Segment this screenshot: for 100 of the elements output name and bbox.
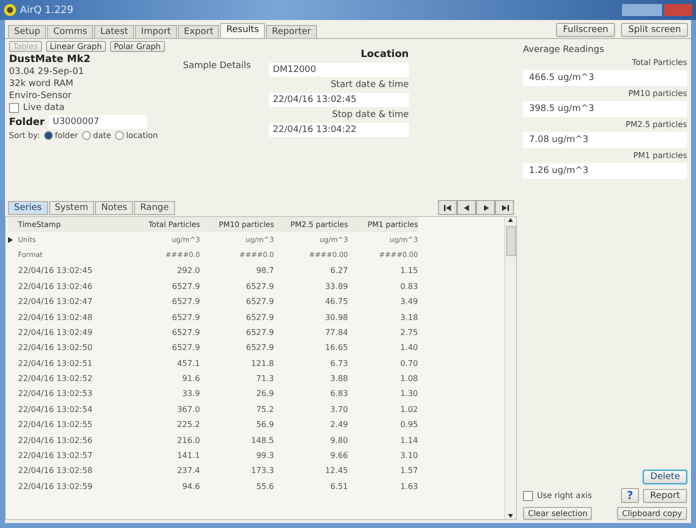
screen-mode-button[interactable]: Split screen [621,23,688,37]
table-cell-text: 3.49 [399,296,418,308]
checkbox-label: Live data [23,103,65,113]
table-cell-text: 0.83 [399,280,418,293]
reading-value: 1.26 ug/m^3 [523,163,687,179]
table-cell-text: 22/04/16 13:02:55 [18,419,94,432]
sort-radio[interactable] [44,131,53,140]
help-button[interactable]: ? [620,488,640,503]
table-cell-text: 457.1 [176,358,200,370]
table-cell-text: 1.08 [399,373,418,386]
radio-label: folder [54,131,78,140]
tab[interactable]: Notes [95,200,134,214]
table-cell-text: 22/04/16 13:02:46 [18,280,94,293]
table-cell-text: 2.49 [329,419,348,432]
folder-label: Folder [9,116,45,128]
table-cell-text: 22/04/16 13:02:51 [18,358,94,370]
nav-button[interactable] [438,200,457,215]
nav-button[interactable] [457,200,476,215]
table-cell-text: 173.3 [250,465,274,478]
radio-label: date [93,131,112,140]
reading-label: PM2.5 particles [626,120,687,129]
tab[interactable]: Export [178,25,220,38]
previous-icon [462,204,470,212]
table-cell-text: 22/04/16 13:02:52 [18,373,94,386]
nav-button[interactable] [495,200,514,215]
table-cell-text: 22/04/16 13:02:59 [18,480,94,493]
table-cell-text: 22/04/16 13:02:58 [18,465,94,478]
delete-button[interactable]: Delete [643,470,687,484]
table-cell-text: 75.2 [255,404,274,416]
folder-field[interactable]: U3000007 [48,115,147,129]
tab[interactable]: Comms [47,25,94,38]
view-button[interactable]: Linear Graph [46,41,106,52]
action-button[interactable]: Clear selection [523,507,592,520]
tab[interactable]: Import [135,25,177,38]
table-cell-text: 22/04/16 13:02:53 [18,388,94,400]
tab[interactable]: Results [220,23,265,38]
scrollbar-thumb[interactable] [506,226,516,256]
view-button[interactable]: Polar Graph [110,41,165,52]
reading-label: PM10 particles [628,89,687,98]
table-cell-text: 1.02 [399,404,418,416]
table-cell-text: 22/04/16 13:02:54 [18,404,94,416]
table-cell-text: 225.2 [176,419,200,432]
table-cell-text: 0.95 [399,419,418,432]
tab[interactable]: Series [8,200,48,214]
table-cell-text: 33.9 [181,388,200,400]
window-controls-icon[interactable] [622,3,692,17]
tab[interactable]: System [48,200,94,214]
table-cell-text: 3.70 [329,404,348,416]
table-cell-text: 1.40 [399,342,418,354]
table-cell-text: 6527.9 [245,312,274,324]
stop-label: Stop date & time [332,110,409,120]
table-cell-text: 6527.9 [171,312,200,324]
action-button[interactable]: Clipboard copy [617,507,687,520]
sample-details-label: Sample Details [183,61,251,71]
table-cell-text: 237.4 [176,465,200,478]
device-name: DustMate Mk2 [9,54,92,65]
scroll-up-icon [508,217,513,223]
table-cell-text: 367.0 [176,404,200,416]
table-cell-text: 6527.9 [245,296,274,308]
use-right-axis-checkbox[interactable] [523,490,533,500]
live-data-checkbox[interactable] [9,103,19,113]
table-cell-text: 55.6 [255,480,274,493]
table-cell-text: 6.51 [329,480,348,493]
table-cell-text: 22/04/16 13:02:56 [18,434,94,447]
table-cell-text: 71.3 [255,373,274,386]
table-cell-text: 22/04/16 13:02:50 [18,342,94,354]
table-cell-text: 26.9 [255,388,274,400]
first-icon [444,204,452,212]
table-cell-text: 22/04/16 13:02:49 [18,326,94,339]
table-cell-text: 6527.9 [171,280,200,293]
reading-label: Total Particles [632,58,687,67]
table-cell-text: 121.8 [250,358,274,370]
location-field[interactable]: DM12000 [268,63,409,77]
table-cell-text: 6527.9 [171,326,200,339]
checkbox-label: Use right axis [537,491,592,500]
device-info: 32k word RAM [9,79,74,89]
tab[interactable]: Range [134,200,175,214]
table-cell-text: 3.88 [329,373,348,386]
device-info: 03.04 29-Sep-01 [9,67,85,77]
sort-by-label: Sort by: [9,131,40,140]
nav-button[interactable] [476,200,495,215]
table-cell-text: 3.18 [399,312,418,324]
table-cell-text: 1.14 [399,434,418,447]
tab[interactable]: Reporter [266,25,317,38]
report-button[interactable]: Report [643,488,687,502]
reading-value: 398.5 ug/m^3 [523,101,687,117]
location-label: Location [360,49,409,60]
sort-radio[interactable] [82,131,92,140]
start-field[interactable]: 22/04/16 13:02:45 [268,93,409,107]
app-logo-icon [4,4,16,16]
table-cell-text: 1.63 [399,480,418,493]
reading-value: 466.5 ug/m^3 [523,70,687,86]
table-cell-text: 30.98 [324,312,348,324]
stop-field[interactable]: 22/04/16 13:04:22 [268,123,409,137]
scroll-down-icon [508,513,513,519]
screen-mode-button[interactable]: Fullscreen [556,23,616,37]
sort-radio[interactable] [115,131,124,140]
tab[interactable]: Latest [94,25,134,38]
average-readings-title: Average Readings [523,45,606,55]
tab[interactable]: Setup [8,25,46,38]
